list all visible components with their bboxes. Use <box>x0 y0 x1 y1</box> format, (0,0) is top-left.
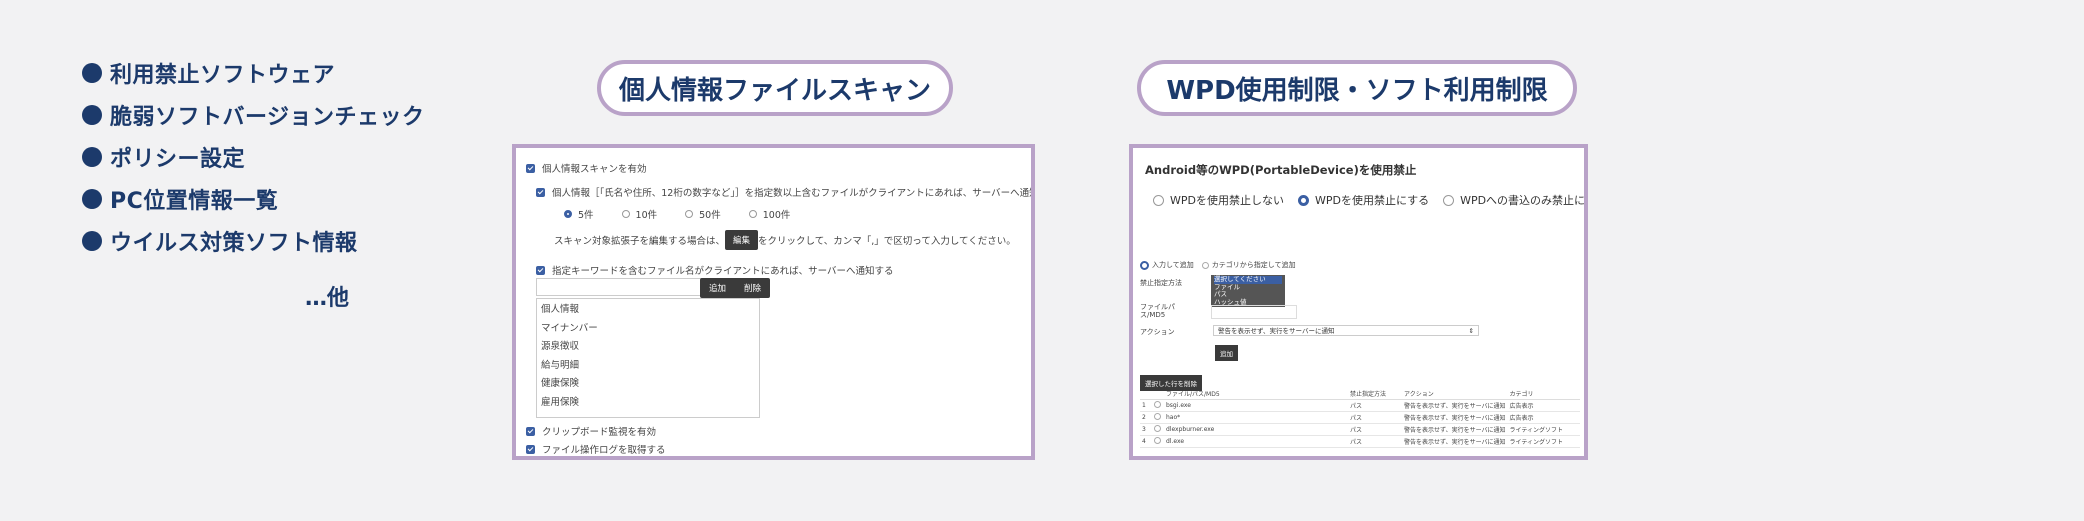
wpd-panel-title: Android等のWPD(PortableDevice)を使用禁止 <box>1145 163 1417 177</box>
list-item[interactable]: 給与明細 <box>541 357 755 376</box>
count-radio-group: 5件 10件 50件 100件 <box>564 207 818 221</box>
count-option[interactable]: 50件 <box>685 207 721 221</box>
bullet-icon <box>82 147 102 167</box>
list-item[interactable]: 個人情報 <box>541 301 755 320</box>
row-select-icon[interactable] <box>1154 401 1161 408</box>
add-rule-button[interactable]: 追加 <box>1215 345 1238 361</box>
keyword-buttons: 追加 削除 <box>700 278 771 298</box>
feature-item: 利用禁止ソフトウェア <box>82 52 425 94</box>
radio-icon[interactable] <box>1443 194 1455 206</box>
checkbox-icon[interactable] <box>536 265 545 275</box>
row-select-icon[interactable] <box>1154 437 1161 444</box>
edit-button[interactable]: 編集 <box>725 230 759 250</box>
rules-table: ファイル/パス/MD5 禁止指定方法 アクション カテゴリ 1 bsgi.exe… <box>1140 388 1580 448</box>
count-option[interactable]: 5件 <box>564 207 594 221</box>
clipboard-row[interactable]: クリップボード監視を有効 <box>526 424 656 438</box>
list-item[interactable]: 源泉徴収 <box>541 338 755 357</box>
table-row[interactable]: 3 dlexpburner.exe パス 警告を表示せず、実行をサーバに通知 ライテ… <box>1140 423 1580 436</box>
wpd-option[interactable]: WPDへの書込のみ禁止にする <box>1443 192 1584 208</box>
wpd-screenshot: Android等のWPD(PortableDevice)を使用禁止 WPDを使用… <box>1129 144 1588 460</box>
list-item[interactable]: マイナンバー <box>541 320 755 339</box>
personal-scan-title: 個人情報ファイルスキャン <box>597 60 953 116</box>
table-row[interactable]: 1 bsgi.exe パス 警告を表示せず、実行をサーバに通知 広告表示 <box>1140 399 1580 412</box>
add-mode-group: 入力して追加 カテゴリから指定して追加 <box>1140 260 1296 270</box>
path-input[interactable] <box>1211 305 1297 319</box>
radio-icon[interactable] <box>1140 260 1149 270</box>
action-label: アクション <box>1140 328 1175 336</box>
chevron-down-icon: ⇕ <box>1468 327 1474 335</box>
bullet-icon <box>82 105 102 125</box>
count-option[interactable]: 100件 <box>748 207 790 221</box>
table-row[interactable]: 2 hao* パス 警告を表示せず、実行をサーバに通知 広告表示 <box>1140 411 1580 424</box>
row-select-icon[interactable] <box>1154 425 1161 432</box>
others-label: …他 <box>305 286 350 311</box>
keyword-row[interactable]: 指定キーワードを含むファイル名がクライアントにあれば、サーバーへ通知する <box>536 263 894 277</box>
delete-button[interactable]: 削除 <box>735 278 770 298</box>
path-label: ファイルパス/MD5 <box>1140 303 1175 319</box>
wpd-option[interactable]: WPDを使用禁止しない <box>1153 192 1284 208</box>
feature-item: PC位置情報一覧 <box>82 178 425 220</box>
file-log-row[interactable]: ファイル操作ログを取得する <box>526 442 666 456</box>
feature-item: 脆弱ソフトバージョンチェック <box>82 94 425 136</box>
row-select-icon[interactable] <box>1154 413 1161 420</box>
checkbox-icon[interactable] <box>536 187 545 197</box>
checkbox-icon[interactable] <box>526 426 535 436</box>
action-select[interactable]: 警告を表示せず、実行をサーバーに通知 ⇕ <box>1213 325 1479 336</box>
radio-icon[interactable] <box>1201 261 1209 269</box>
bullet-icon <box>82 231 102 251</box>
personal-scan-screenshot: 個人情報スキャンを有効 個人情報［「氏名や住所、12桁の数字など」］を指定数以上… <box>512 144 1035 460</box>
table-header-row: ファイル/パス/MD5 禁止指定方法 アクション カテゴリ <box>1140 388 1580 400</box>
extension-note: スキャン対象拡張子を編集する場合は、 編集 をクリックして、カンマ「,」で区切っ… <box>554 230 1016 250</box>
table-row[interactable]: 4 dl.exe パス 警告を表示せず、実行をサーバに通知 ライティングソフト <box>1140 435 1580 448</box>
radio-icon[interactable] <box>685 210 694 218</box>
bullet-icon <box>82 189 102 209</box>
wpd-option[interactable]: WPDを使用禁止にする <box>1297 192 1429 208</box>
feature-list: 利用禁止ソフトウェア 脆弱ソフトバージョンチェック ポリシー設定 PC位置情報一… <box>82 52 425 262</box>
method-dropdown[interactable]: 選択してください ファイル パス ハッシュ値 <box>1211 275 1285 307</box>
count-option[interactable]: 10件 <box>621 207 657 221</box>
enable-scan-row[interactable]: 個人情報スキャンを有効 <box>526 161 647 175</box>
keyword-list[interactable]: 個人情報 マイナンバー 源泉徴収 給与明細 健康保険 雇用保険 <box>536 298 760 418</box>
wpd-radio-group: WPDを使用禁止しない WPDを使用禁止にする WPDへの書込のみ禁止にする <box>1153 192 1584 208</box>
radio-icon[interactable] <box>621 210 630 218</box>
radio-icon[interactable] <box>564 210 572 218</box>
method-label: 禁止指定方法 <box>1140 279 1182 287</box>
personal-info-row[interactable]: 個人情報［「氏名や住所、12桁の数字など」］を指定数以上含むファイルがクライアン… <box>536 185 1031 199</box>
add-button[interactable]: 追加 <box>700 278 735 298</box>
radio-icon[interactable] <box>748 210 757 218</box>
radio-icon[interactable] <box>1297 194 1309 206</box>
list-item[interactable]: 雇用保険 <box>541 394 755 413</box>
checkbox-icon[interactable] <box>526 444 535 454</box>
feature-item: ウイルス対策ソフト情報 <box>82 220 425 262</box>
list-item[interactable]: 健康保険 <box>541 375 755 394</box>
radio-icon[interactable] <box>1153 194 1164 206</box>
wpd-title: WPD使用制限・ソフト利用制限 <box>1137 60 1577 116</box>
bullet-icon <box>82 63 102 83</box>
checkbox-icon[interactable] <box>526 163 535 173</box>
feature-item: ポリシー設定 <box>82 136 425 178</box>
